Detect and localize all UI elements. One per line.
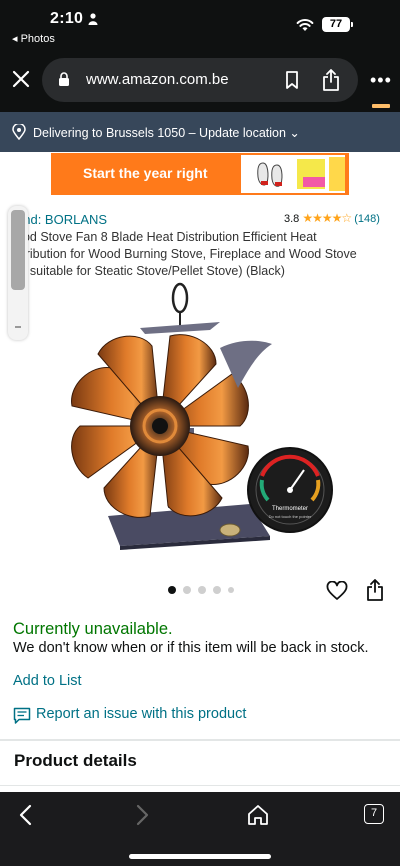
back-chevron-icon[interactable] — [16, 804, 36, 826]
carousel-dot[interactable] — [228, 587, 234, 593]
scroll-indicator[interactable] — [8, 206, 28, 340]
section-divider — [0, 739, 400, 741]
gauge-label: Thermometer — [272, 506, 308, 512]
browser-toolbar: 7 — [0, 792, 400, 866]
delivery-location-bar[interactable]: Delivering to Brussels 1050 – Update loc… — [0, 112, 400, 152]
location-pin-icon — [12, 124, 26, 140]
product-title-line: stribution for Wood Burning Stove, Firep… — [16, 247, 357, 261]
product-details-heading[interactable]: Product details — [14, 751, 137, 771]
battery-indicator: 77 — [322, 17, 350, 32]
rating-count: (148) — [354, 213, 380, 225]
home-indicator[interactable] — [129, 854, 271, 859]
carousel-dot[interactable] — [183, 586, 191, 594]
more-options-icon[interactable]: ••• — [370, 71, 392, 89]
stock-note: We don't know when or if this item will … — [13, 640, 369, 656]
scroll-thumb[interactable] — [11, 210, 25, 290]
person-icon — [88, 13, 98, 25]
tabs-button[interactable]: 7 — [364, 804, 384, 824]
gauge-sublabel: Do not touch the pointer — [269, 514, 312, 519]
add-to-list-link[interactable]: Add to List — [13, 673, 82, 689]
image-carousel-dots[interactable] — [168, 586, 238, 596]
ios-status-bar: 2:10 ◂ Photos 77 — [0, 0, 400, 56]
scroll-tick — [15, 326, 21, 328]
lock-icon — [59, 72, 69, 86]
rating-value: 3.8 — [284, 213, 300, 225]
share-icon[interactable] — [366, 579, 384, 601]
home-icon[interactable] — [247, 804, 269, 826]
back-to-photos[interactable]: ◂ Photos — [12, 32, 55, 45]
product-image[interactable]: Thermometer Do not touch the pointer — [60, 278, 350, 558]
phone-screen: 2:10 ◂ Photos 77 www.amazon.com.be ••• D… — [0, 0, 400, 866]
forward-chevron-icon[interactable] — [132, 804, 152, 826]
product-title: ood Stove Fan 8 Blade Heat Distribution … — [16, 229, 396, 280]
product-title-line: ood Stove Fan 8 Blade Heat Distribution … — [16, 230, 317, 244]
wifi-icon — [296, 19, 314, 31]
carousel-dot[interactable] — [213, 586, 221, 594]
availability-status: Currently unavailable. — [13, 620, 173, 638]
close-icon[interactable] — [10, 68, 32, 90]
battery-tip — [351, 22, 353, 27]
clock: 2:10 — [50, 10, 84, 27]
share-icon[interactable] — [322, 69, 340, 91]
report-issue-text: Report an issue with this product — [36, 706, 247, 722]
promo-products-image — [241, 155, 345, 193]
promo-banner[interactable]: Start the year right — [51, 153, 349, 195]
report-issue-icon — [13, 707, 31, 724]
heart-icon[interactable] — [326, 581, 348, 601]
section-divider — [0, 785, 400, 786]
carousel-dot[interactable] — [168, 586, 176, 594]
url-text: www.amazon.com.be — [86, 71, 229, 88]
bookmark-icon[interactable] — [285, 71, 299, 89]
rating-summary[interactable]: 3.8 ★★★★☆ (148) — [284, 211, 380, 225]
promo-banner-text: Start the year right — [83, 165, 208, 181]
search-strip — [372, 104, 390, 108]
rating-stars-icon: ★★★★☆ — [302, 211, 352, 225]
browser-address-bar: www.amazon.com.be ••• — [0, 56, 400, 112]
url-field[interactable]: www.amazon.com.be — [42, 58, 358, 102]
brand-link[interactable]: and: BORLANS — [16, 212, 107, 227]
carousel-dot[interactable] — [198, 586, 206, 594]
delivery-location-text: Delivering to Brussels 1050 – Update loc… — [33, 126, 300, 140]
